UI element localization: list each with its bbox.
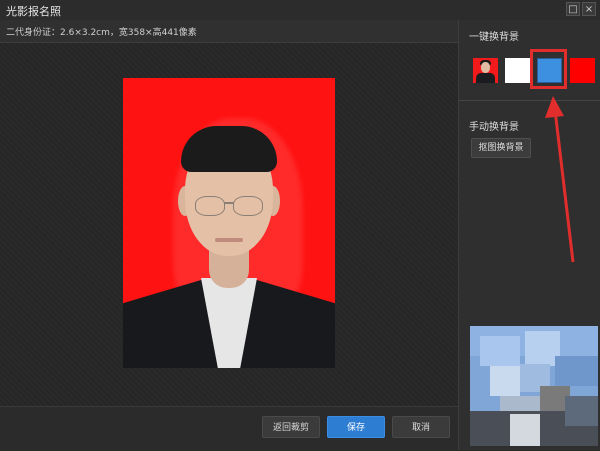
save-button[interactable]: 保存	[327, 416, 385, 438]
app-title: 光影报名照	[6, 5, 61, 18]
photo-hair	[181, 126, 277, 172]
mosaic-block	[510, 414, 540, 446]
photo-mouth	[215, 238, 243, 242]
maximize-button[interactable]: □	[566, 2, 580, 16]
one-key-background-title: 一键换背景	[469, 32, 519, 43]
editor-canvas: 二代身份证：2.6×3.2cm，宽358×高441像素	[0, 20, 458, 451]
cancel-button[interactable]: 取消	[392, 416, 450, 438]
panel-divider	[459, 100, 600, 101]
photo-spec-text: 二代身份证：2.6×3.2cm，宽358×高441像素	[6, 28, 197, 38]
mosaic-block	[480, 336, 520, 366]
photo-spec-bar: 二代身份证：2.6×3.2cm，宽358×高441像素	[0, 20, 458, 43]
mosaic-block	[565, 396, 598, 426]
swatch-white[interactable]	[505, 58, 530, 83]
mosaic-block	[490, 366, 520, 396]
preview-mosaic	[470, 326, 598, 446]
glasses-bridge	[224, 202, 234, 204]
close-button[interactable]: ×	[582, 2, 596, 16]
swatch-red[interactable]	[570, 58, 595, 83]
back-to-crop-button[interactable]: 返回裁剪	[262, 416, 320, 438]
id-photo	[123, 78, 335, 368]
selected-swatch-highlight	[530, 49, 567, 89]
thumb-body	[476, 73, 495, 83]
manual-background-title: 手动换背景	[469, 122, 519, 133]
glasses-lens-left	[195, 196, 225, 216]
mosaic-block	[555, 356, 598, 386]
swatch-original[interactable]	[473, 58, 498, 83]
action-bar	[0, 406, 458, 451]
thumb-head	[481, 62, 490, 73]
title-bar: 光影报名照 □ ×	[0, 0, 600, 21]
glasses-lens-right	[233, 196, 263, 216]
cutout-background-button[interactable]: 抠图换背景	[471, 138, 531, 158]
